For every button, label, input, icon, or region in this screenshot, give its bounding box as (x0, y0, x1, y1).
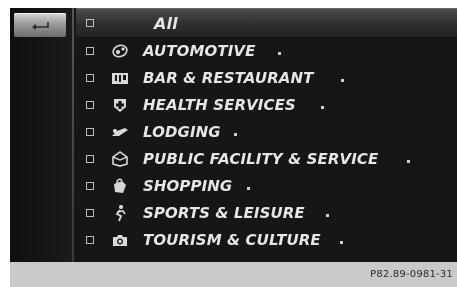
submenu-indicator (326, 213, 329, 217)
checkbox[interactable] (86, 235, 94, 244)
checkbox[interactable] (86, 100, 94, 109)
checkbox[interactable] (86, 181, 94, 190)
figure-caption-bar: P82.89-0981-31 (10, 262, 457, 287)
category-item-shopping[interactable]: SHOPPING (76, 172, 457, 199)
car-icon (111, 42, 129, 60)
checkbox[interactable] (86, 208, 94, 217)
category-label: SPORTS & LEISURE (143, 203, 305, 222)
sports-icon (111, 204, 129, 222)
category-item-public-facility-service[interactable]: PUBLIC FACILITY & SERVICE (76, 145, 457, 172)
restaurant-icon (111, 69, 129, 87)
category-label: LODGING (143, 122, 221, 141)
category-label: BAR & RESTAURANT (143, 68, 314, 87)
reference-code: P82.89-0981-31 (370, 269, 453, 280)
category-label: PUBLIC FACILITY & SERVICE (143, 149, 379, 168)
poi-category-screen: All AUTOMOTIVE BAR & RESTAURANT HEALTH S… (10, 8, 457, 262)
submenu-indicator (234, 132, 237, 136)
public-building-icon (111, 150, 129, 168)
category-label: TOURISM & CULTURE (143, 230, 321, 249)
submenu-indicator (247, 186, 250, 190)
back-arrow-icon (32, 22, 49, 30)
category-item-automotive[interactable]: AUTOMOTIVE (76, 37, 457, 64)
panel-divider (72, 8, 74, 262)
category-label: HEALTH SERVICES (143, 95, 296, 114)
submenu-indicator (341, 78, 344, 82)
bed-icon (111, 123, 129, 141)
category-list: All AUTOMOTIVE BAR & RESTAURANT HEALTH S… (76, 8, 457, 262)
category-item-lodging[interactable]: LODGING (76, 118, 457, 145)
left-panel (10, 8, 72, 262)
checkbox[interactable] (86, 154, 94, 163)
back-button[interactable] (14, 13, 66, 37)
checkbox[interactable] (86, 19, 94, 27)
category-item-health-services[interactable]: HEALTH SERVICES (76, 91, 457, 118)
shopping-bag-icon (111, 177, 129, 195)
category-label: All (154, 13, 178, 33)
category-label: SHOPPING (143, 176, 233, 195)
category-item-bar-restaurant[interactable]: BAR & RESTAURANT (76, 64, 457, 91)
submenu-indicator (340, 240, 343, 244)
camera-icon (111, 231, 129, 249)
checkbox[interactable] (86, 46, 94, 55)
submenu-indicator (278, 51, 281, 55)
submenu-indicator (321, 105, 324, 109)
submenu-indicator (407, 159, 410, 163)
category-label: AUTOMOTIVE (143, 41, 256, 60)
category-item-all[interactable]: All (76, 8, 457, 38)
category-item-sports-leisure[interactable]: SPORTS & LEISURE (76, 199, 457, 226)
checkbox[interactable] (86, 127, 94, 136)
category-item-tourism-culture[interactable]: TOURISM & CULTURE (76, 226, 457, 253)
health-cross-icon (111, 96, 129, 114)
checkbox[interactable] (86, 73, 94, 82)
